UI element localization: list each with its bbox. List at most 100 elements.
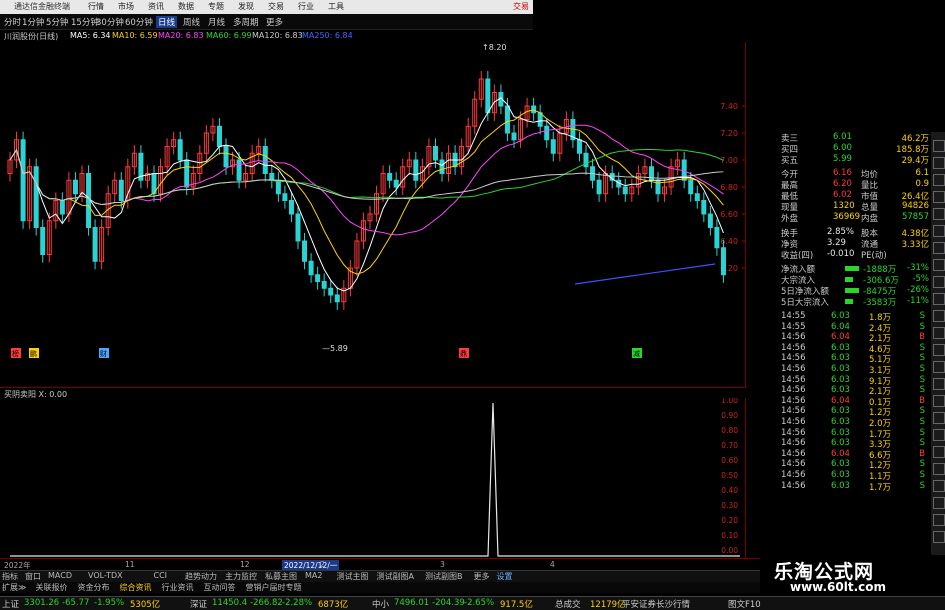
side-tool-icon-11[interactable] xyxy=(933,327,945,339)
menu-item-5[interactable]: 发现 xyxy=(238,1,268,12)
indicator-tab-10[interactable]: 测试副图A xyxy=(377,571,414,582)
period-tab-4[interactable]: 30分钟 xyxy=(96,16,124,28)
zx-index-name: 中小 xyxy=(372,600,390,610)
flow-row-1: 大宗流入 -306.6万 -5% xyxy=(779,274,929,286)
kline-chart[interactable]: 7.40 7.20 7.00 6.80 6.60 6.40 6.20 ↑8.20 —5.89 榜鹏… xyxy=(0,42,746,388)
ext-tab-4[interactable]: 行业资讯 xyxy=(162,582,194,593)
tick-row-14: 14:56 6.03 1.2万 S xyxy=(779,459,929,471)
ext-tab-0[interactable]: 扩展≫ xyxy=(2,582,26,593)
ext-tab-1[interactable]: 关联报价 xyxy=(36,582,68,593)
candle-body-41 xyxy=(275,179,281,195)
side-tool-icon-0[interactable] xyxy=(933,140,945,152)
period-tab-7[interactable]: 周线 xyxy=(183,16,200,28)
side-tool-icon-20[interactable] xyxy=(933,480,945,492)
tick-side: S xyxy=(919,385,925,396)
menu-item-8[interactable]: 工具 xyxy=(328,1,358,12)
tick-side: S xyxy=(919,342,925,353)
side-tool-icon-22[interactable] xyxy=(933,514,945,526)
period-tab-5[interactable]: 60分钟 xyxy=(125,16,153,28)
tick-time: 14:56 xyxy=(781,406,806,417)
candle-body-26 xyxy=(177,139,183,161)
side-tool-icon-14[interactable] xyxy=(933,378,945,390)
indicator-tab-5[interactable]: 趋势动力 xyxy=(185,571,217,582)
period-tab-9[interactable]: 多周期 xyxy=(233,16,259,28)
right-footer[interactable]: 图文F10 xyxy=(728,598,761,610)
indicator-tab-9[interactable]: 测试主图 xyxy=(337,571,369,582)
indicator-tab-2[interactable]: MACD xyxy=(48,571,72,580)
ind-tick-10: 0.00 xyxy=(721,546,738,555)
stat-value-b: 6.1 xyxy=(915,168,929,178)
side-tool-icon-15[interactable] xyxy=(933,395,945,407)
indicator-tab-3[interactable]: VOL-TDX xyxy=(88,571,123,580)
period-tab-0[interactable]: 分时 xyxy=(4,16,21,28)
side-tool-icon-21[interactable] xyxy=(933,497,945,509)
menu-item-1[interactable]: 市场 xyxy=(118,1,148,12)
stat2-label-a: 收益(四) xyxy=(781,251,814,261)
menu-item-2[interactable]: 资讯 xyxy=(148,1,178,12)
indicator-tab-6[interactable]: 主力监控 xyxy=(225,571,257,582)
side-tool-icon-1[interactable] xyxy=(933,157,945,169)
tick-row-10: 14:56 6.03 2.0万 S xyxy=(779,417,929,429)
flow-bar xyxy=(845,299,853,304)
stat-value-a: 36969 xyxy=(833,212,861,222)
ind-tick-9: 0.10 xyxy=(721,531,738,540)
tick-side: S xyxy=(919,427,925,438)
candle-body-44 xyxy=(295,213,301,242)
period-tab-2[interactable]: 5分钟 xyxy=(46,16,68,28)
period-tab-3[interactable]: 15分钟 xyxy=(71,16,99,28)
side-tool-icon-10[interactable] xyxy=(933,310,945,322)
indicator-tab-13[interactable]: 设置 xyxy=(497,571,513,582)
side-tool-icon-12[interactable] xyxy=(933,344,945,356)
menu-item-7[interactable]: 行业 xyxy=(298,1,328,12)
side-tool-icon-5[interactable] xyxy=(933,225,945,237)
indicator-panel[interactable]: 1.00 0.90 0.80 0.70 0.60 0.50 0.40 0.30 0.20 0.10… xyxy=(0,396,746,558)
tick-price: 6.04 xyxy=(831,321,850,332)
indicator-tab-7[interactable]: 私募主图 xyxy=(265,571,297,582)
side-tool-icon-6[interactable] xyxy=(933,242,945,254)
period-tab-8[interactable]: 月线 xyxy=(208,16,225,28)
candle-body-105 xyxy=(694,193,700,201)
indicator-tab-11[interactable]: 测试副图B xyxy=(425,571,463,582)
side-tool-icon-2[interactable] xyxy=(933,174,945,186)
menu-item-4[interactable]: 专题 xyxy=(208,1,238,12)
indicator-tab-12[interactable]: 更多 xyxy=(474,571,490,582)
menu-item-6[interactable]: 交易 xyxy=(268,1,298,12)
tick-price: 6.03 xyxy=(831,427,850,438)
side-tool-icon-8[interactable] xyxy=(933,276,945,288)
side-tool-icon-9[interactable] xyxy=(933,293,945,305)
indicator-tab-8[interactable]: MA2 xyxy=(305,571,322,580)
indicator-line xyxy=(10,402,740,557)
side-tool-icon-13[interactable] xyxy=(933,361,945,373)
brand-url: www.60lt.com xyxy=(790,580,887,594)
side-tool-icon-17[interactable] xyxy=(933,429,945,441)
period-tab-1[interactable]: 1分钟 xyxy=(22,16,44,28)
candle-body-17 xyxy=(118,179,124,201)
stat-value-b: 94826 xyxy=(901,201,929,211)
period-tab-6[interactable]: 日线 xyxy=(156,16,178,28)
stock-name: 川润股份(日线) xyxy=(4,32,59,41)
ind-tick-0: 1.00 xyxy=(721,398,738,405)
side-tool-icon-16[interactable] xyxy=(933,412,945,424)
side-tool-icon-7[interactable] xyxy=(933,259,945,271)
ind-tick-2: 0.80 xyxy=(721,426,738,435)
side-tool-icon-4[interactable] xyxy=(933,208,945,220)
tick-row-2: 14:56 6.04 2.1万 B xyxy=(779,332,929,344)
indicator-tab-0[interactable]: 指标 xyxy=(2,571,18,582)
indicator-tab-1[interactable]: 窗口 xyxy=(25,571,41,582)
side-tool-icon-19[interactable] xyxy=(933,463,945,475)
indicator-tab-4[interactable]: CCI xyxy=(154,571,168,580)
candle-body-35 xyxy=(236,159,242,181)
menu-item-3[interactable]: 数据 xyxy=(178,1,208,12)
side-tool-icon-23[interactable] xyxy=(933,531,945,543)
trade-button[interactable]: 交易 xyxy=(513,1,529,12)
ext-tab-5[interactable]: 互动问答 xyxy=(204,582,236,593)
ext-tab-2[interactable]: 资金分布 xyxy=(78,582,110,593)
ask-row-0: 卖三 6.01 46.2万 xyxy=(779,132,929,144)
ma-value-4: MA120: 6.83 xyxy=(252,31,303,40)
period-tab-10[interactable]: 更多 xyxy=(266,16,283,28)
menu-item-0[interactable]: 行情 xyxy=(88,1,118,12)
side-tool-icon-18[interactable] xyxy=(933,446,945,458)
ext-tab-3[interactable]: 综合资讯 xyxy=(120,582,152,593)
side-tool-icon-3[interactable] xyxy=(933,191,945,203)
ext-tab-6[interactable]: 营销户届时专题 xyxy=(246,582,302,593)
